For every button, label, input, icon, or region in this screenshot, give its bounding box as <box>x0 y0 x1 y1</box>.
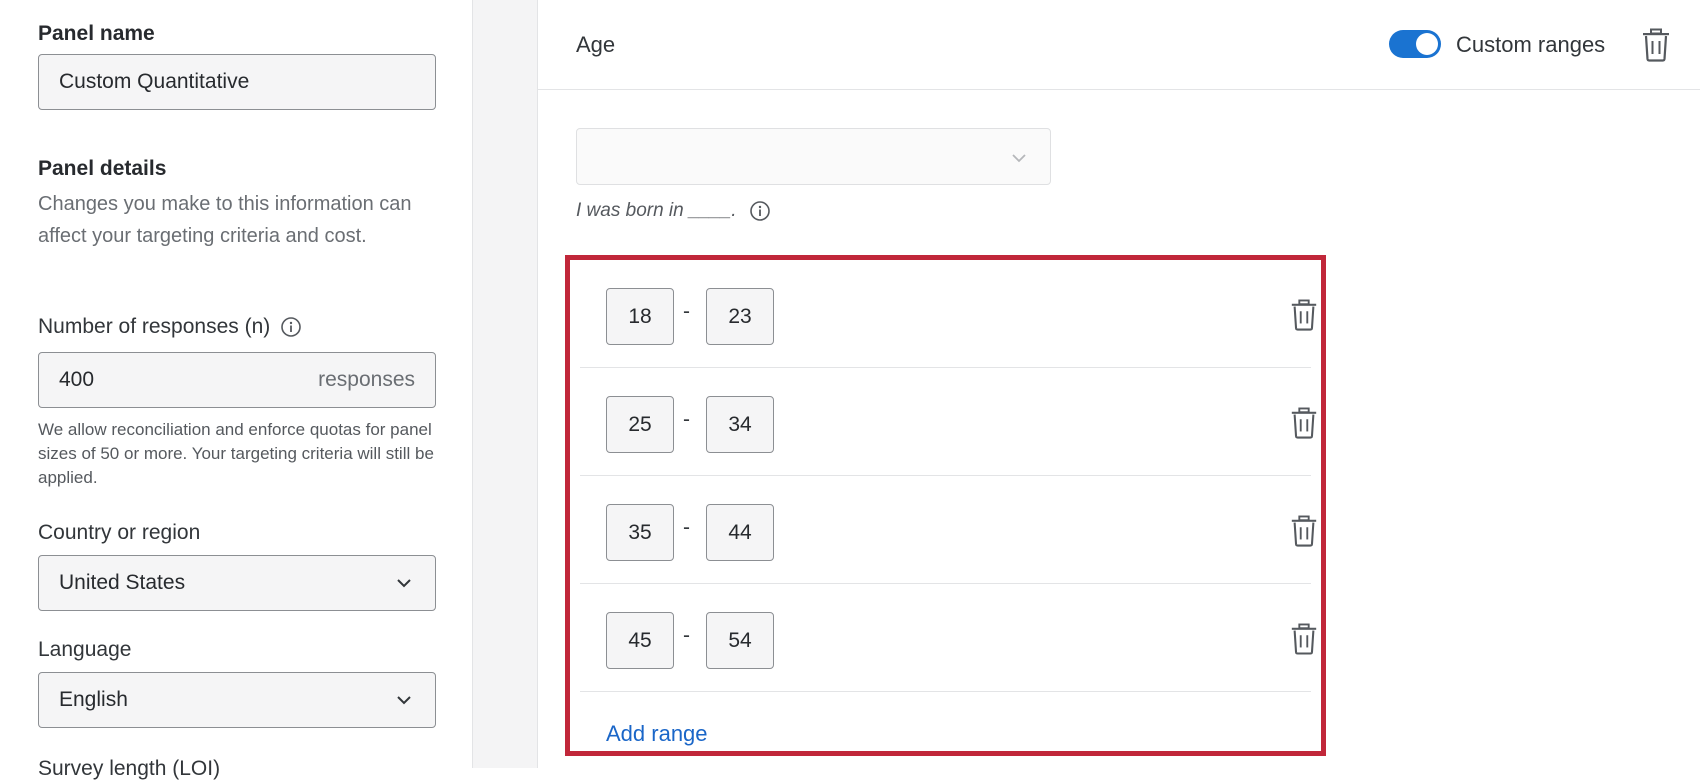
range-max-input[interactable]: 23 <box>706 288 774 345</box>
chevron-down-icon <box>1008 147 1030 169</box>
range-separator: - <box>683 624 690 647</box>
trash-icon[interactable] <box>1640 28 1672 62</box>
info-icon[interactable] <box>280 316 302 338</box>
survey-length-label: Survey length (LOI) <box>38 757 221 780</box>
panel-settings-sidebar: Panel name Custom Quantitative Panel det… <box>0 0 473 780</box>
range-min-value: 45 <box>628 628 652 652</box>
range-separator: - <box>683 516 690 539</box>
trash-icon[interactable] <box>1289 623 1319 655</box>
toggle-knob <box>1416 33 1438 55</box>
add-range-link[interactable]: Add range <box>606 721 708 747</box>
range-min-value: 35 <box>628 520 652 544</box>
range-min-value: 18 <box>628 304 652 328</box>
range-max-input[interactable]: 34 <box>706 396 774 453</box>
range-min-input[interactable]: 25 <box>606 396 674 453</box>
country-label: Country or region <box>38 521 201 544</box>
range-row: 18 - 23 <box>580 260 1317 368</box>
card-title: Age <box>576 32 616 57</box>
range-max-value: 34 <box>728 412 752 436</box>
responses-suffix: responses <box>318 368 415 391</box>
question-select[interactable] <box>576 128 1051 185</box>
language-label: Language <box>38 638 132 661</box>
range-min-input[interactable]: 18 <box>606 288 674 345</box>
content-gutter <box>473 0 537 768</box>
age-criteria-card: Age Custom ranges I was born in ____. 18… <box>537 0 1700 768</box>
chevron-down-icon <box>393 689 415 711</box>
language-select[interactable]: English <box>38 672 436 728</box>
age-ranges-list: 18 - 23 25 - 34 35 - 44 45 - 54 Add rang… <box>565 255 1326 756</box>
range-max-value: 23 <box>728 304 752 328</box>
range-min-input[interactable]: 35 <box>606 504 674 561</box>
responses-input[interactable]: 400 responses <box>38 352 436 408</box>
trash-icon[interactable] <box>1289 299 1319 331</box>
language-value: English <box>59 688 128 711</box>
range-max-value: 54 <box>728 628 752 652</box>
panel-name-input[interactable]: Custom Quantitative <box>38 54 436 110</box>
responses-value: 400 <box>59 368 95 391</box>
range-row: 35 - 44 <box>580 476 1317 584</box>
range-row: 45 - 54 <box>580 584 1317 692</box>
country-select[interactable]: United States <box>38 555 436 611</box>
panel-details-description: Changes you make to this information can… <box>38 193 412 247</box>
survey-length-label-row: Survey length (LOI) <box>38 757 220 781</box>
panel-name-label: Panel name <box>38 22 155 45</box>
trash-icon[interactable] <box>1289 407 1319 439</box>
info-icon[interactable] <box>749 200 771 222</box>
range-max-value: 44 <box>728 520 752 544</box>
card-header: Age Custom ranges <box>538 0 1700 90</box>
range-separator: - <box>683 300 690 323</box>
country-value: United States <box>59 571 186 594</box>
trash-icon[interactable] <box>1289 515 1319 547</box>
responses-label-row: Number of responses (n) <box>38 315 302 339</box>
range-max-input[interactable]: 44 <box>706 504 774 561</box>
range-min-input[interactable]: 45 <box>606 612 674 669</box>
range-max-input[interactable]: 54 <box>706 612 774 669</box>
panel-details-label: Panel details <box>38 157 167 180</box>
responses-label: Number of responses (n) <box>38 315 271 338</box>
question-text-row: I was born in ____. <box>576 200 771 222</box>
range-row: 25 - 34 <box>580 368 1317 476</box>
responses-note: We allow reconciliation and enforce quot… <box>38 420 434 487</box>
range-min-value: 25 <box>628 412 652 436</box>
chevron-down-icon <box>393 572 415 594</box>
question-text: I was born in ____. <box>576 200 737 221</box>
range-separator: - <box>683 408 690 431</box>
custom-ranges-label: Custom ranges <box>1456 32 1606 57</box>
panel-name-value: Custom Quantitative <box>59 70 250 93</box>
custom-ranges-toggle[interactable] <box>1389 30 1441 58</box>
